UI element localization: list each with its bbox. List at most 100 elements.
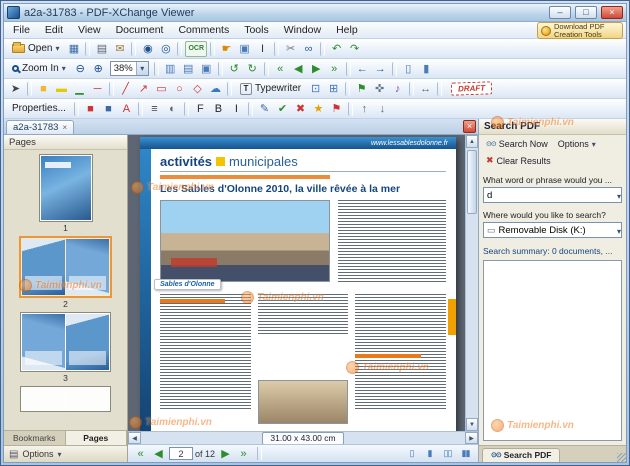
email-icon[interactable]: ✉ xyxy=(111,41,128,57)
stroke-color-icon[interactable]: ■ xyxy=(100,101,117,117)
search-now-button[interactable]: ⊙⊙ Search Now xyxy=(482,137,552,151)
stamp-icon[interactable]: ⚑ xyxy=(353,81,370,97)
callout-icon[interactable]: ⊡ xyxy=(307,81,324,97)
hand-tool-icon[interactable]: ☛ xyxy=(218,41,235,57)
star-icon[interactable]: ★ xyxy=(310,101,327,117)
scroll-right-icon[interactable]: ▶ xyxy=(465,432,478,444)
vertical-scrollbar[interactable]: ▲ ▼ xyxy=(465,135,478,431)
save-icon[interactable]: ▦ xyxy=(65,41,82,57)
crop-icon[interactable]: ✂ xyxy=(282,41,299,57)
menu-tools[interactable]: Tools xyxy=(237,23,276,37)
ocr-button[interactable]: OCR xyxy=(185,40,208,57)
tab-close-icon[interactable]: × xyxy=(62,123,67,132)
sticky-note-icon[interactable]: ■ xyxy=(35,81,52,97)
prev-page-button[interactable]: ◀ xyxy=(150,446,167,462)
note-edit-icon[interactable]: ✎ xyxy=(256,101,273,117)
fit-visible-icon[interactable]: ▤ xyxy=(180,61,197,77)
search-phrase-value[interactable]: d xyxy=(484,190,617,201)
scroll-up-icon[interactable]: ▲ xyxy=(466,135,478,148)
print-icon[interactable]: ▤ xyxy=(93,41,110,57)
properties-button[interactable]: Properties... xyxy=(7,101,71,116)
tab-bookmarks[interactable]: Bookmarks xyxy=(4,431,66,445)
download-pdf-creation-tools-button[interactable]: Download PDF Creation Tools xyxy=(537,22,623,39)
menu-view[interactable]: View xyxy=(71,23,108,37)
select-text-icon[interactable]: I xyxy=(254,41,271,57)
facing-continuous-view-icon[interactable]: ▮▮ xyxy=(457,446,474,462)
scroll-down-icon[interactable]: ▼ xyxy=(466,418,478,431)
zoom-out-icon[interactable]: ⊖ xyxy=(72,61,89,77)
document-page[interactable]: www.lessablesdolonne.fr activités munici… xyxy=(140,137,456,431)
italic-icon[interactable]: I xyxy=(228,101,245,117)
flag-icon[interactable]: ⚑ xyxy=(328,101,345,117)
cross-icon[interactable]: ✖ xyxy=(292,101,309,117)
last-page-button[interactable]: » xyxy=(235,446,252,462)
prev-page-icon[interactable]: ◀ xyxy=(290,61,307,77)
rotate-cw-icon[interactable]: ↻ xyxy=(244,61,261,77)
rotate-ccw-icon[interactable]: ↺ xyxy=(226,61,243,77)
menu-document[interactable]: Document xyxy=(109,23,171,37)
bold-icon[interactable]: B xyxy=(210,101,227,117)
last-page-icon[interactable]: » xyxy=(326,61,343,77)
underline-icon[interactable]: ▁ xyxy=(71,81,88,97)
maximize-button[interactable]: □ xyxy=(575,6,597,19)
close-button[interactable]: × xyxy=(601,6,623,19)
page-thumbnail-1[interactable]: 1 xyxy=(38,154,93,233)
continuous-view-icon[interactable]: ▮ xyxy=(421,446,438,462)
minimize-button[interactable]: – xyxy=(549,6,571,19)
find-icon[interactable]: ◉ xyxy=(139,41,156,57)
page-thumbnail-2[interactable]: 2 xyxy=(19,236,112,309)
resize-grip[interactable] xyxy=(617,453,627,463)
search-location-combo[interactable]: ▭ Removable Disk (K:) ▾ xyxy=(483,222,622,238)
menu-comments[interactable]: Comments xyxy=(171,23,236,37)
font-icon[interactable]: F xyxy=(192,101,209,117)
vertical-scroll-thumb[interactable] xyxy=(467,150,477,214)
single-page-layout-icon[interactable]: ▯ xyxy=(400,61,417,77)
cloud-icon[interactable]: ☁ xyxy=(207,81,224,97)
clear-results-button[interactable]: ✖ Clear Results xyxy=(482,153,555,168)
menu-file[interactable]: File xyxy=(6,23,37,37)
zoom-in-icon[interactable]: ⊕ xyxy=(90,61,107,77)
current-page-input[interactable]: 2 xyxy=(169,447,193,460)
attach-file-icon[interactable]: ✜ xyxy=(371,81,388,97)
menu-edit[interactable]: Edit xyxy=(38,23,70,37)
zoom-level-combo[interactable]: 38% ▾ xyxy=(109,61,149,76)
single-page-view-icon[interactable]: ▯ xyxy=(403,446,420,462)
search-multiple-icon[interactable]: ◎ xyxy=(157,41,174,57)
draft-stamp-button[interactable]: DRAFT xyxy=(450,81,493,96)
continuous-layout-icon[interactable]: ▮ xyxy=(418,61,435,77)
arrow-icon[interactable]: ↗ xyxy=(135,81,152,97)
opacity-icon[interactable]: ◐ xyxy=(164,101,181,117)
search-results-box[interactable] xyxy=(483,260,622,441)
horizontal-scroll-track[interactable]: 31.00 x 43.00 cm xyxy=(141,431,465,445)
move-down-icon[interactable]: ↓ xyxy=(374,101,391,117)
line-style-icon[interactable]: ≡ xyxy=(146,101,163,117)
select-comment-icon[interactable]: ➤ xyxy=(7,81,24,97)
redo-icon[interactable]: ↷ xyxy=(346,41,363,57)
undo-icon[interactable]: ↶ xyxy=(328,41,345,57)
next-page-icon[interactable]: ▶ xyxy=(308,61,325,77)
oval-icon[interactable]: ○ xyxy=(171,81,188,97)
sound-icon[interactable]: ♪ xyxy=(389,81,406,97)
horizontal-scrollbar[interactable]: ◀ 31.00 x 43.00 cm ▶ xyxy=(128,431,478,445)
open-button[interactable]: Open ▾ xyxy=(7,41,64,56)
actual-size-icon[interactable]: ▣ xyxy=(198,61,215,77)
strikeout-icon[interactable]: ─ xyxy=(89,81,106,97)
highlight-icon[interactable]: ▬ xyxy=(53,81,70,97)
first-page-button[interactable]: « xyxy=(132,446,149,462)
move-up-icon[interactable]: ↑ xyxy=(356,101,373,117)
next-view-icon[interactable]: → xyxy=(372,61,389,77)
search-options-button[interactable]: Options ▾ xyxy=(554,137,600,151)
page-thumbnail-3[interactable]: 3 xyxy=(20,312,111,383)
zoom-combo-dropdown[interactable]: ▾ xyxy=(135,62,148,75)
scroll-left-icon[interactable]: ◀ xyxy=(128,432,141,444)
typewriter-button[interactable]: T Typewriter xyxy=(235,81,306,97)
fit-width-icon[interactable]: ▥ xyxy=(162,61,179,77)
document-tab[interactable]: a2a-31783 × xyxy=(6,120,75,134)
search-phrase-dropdown[interactable]: ▾ xyxy=(617,186,621,204)
close-document-button[interactable]: × xyxy=(463,120,476,133)
tab-pages[interactable]: Pages xyxy=(65,431,127,445)
measure-icon[interactable]: ↔ xyxy=(417,81,434,97)
facing-view-icon[interactable]: ▯▯ xyxy=(439,446,456,462)
next-page-button[interactable]: ▶ xyxy=(217,446,234,462)
title-bar[interactable]: a2a-31783 - PDF-XChange Viewer – □ × xyxy=(4,4,626,22)
